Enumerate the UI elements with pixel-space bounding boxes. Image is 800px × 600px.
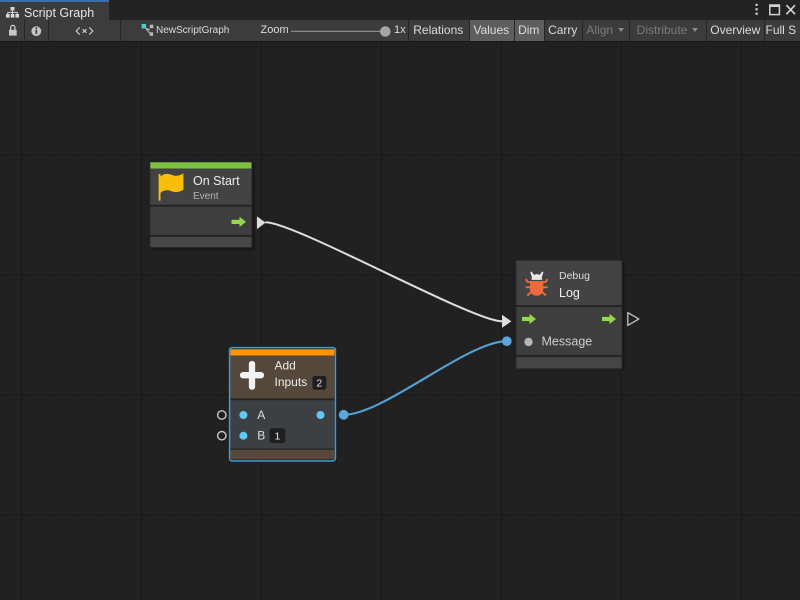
svg-text:1: 1 bbox=[274, 431, 280, 443]
svg-text:Log: Log bbox=[559, 286, 580, 300]
svg-text:2: 2 bbox=[316, 377, 322, 389]
svg-text:Inputs: Inputs bbox=[275, 375, 308, 389]
svg-text:Event: Event bbox=[193, 191, 219, 202]
svg-text:On Start: On Start bbox=[193, 174, 240, 188]
svg-text:Message: Message bbox=[542, 335, 593, 349]
svg-text:B: B bbox=[257, 429, 265, 443]
svg-text:Debug: Debug bbox=[559, 270, 590, 282]
svg-text:A: A bbox=[257, 408, 265, 422]
svg-text:Add: Add bbox=[275, 359, 296, 373]
